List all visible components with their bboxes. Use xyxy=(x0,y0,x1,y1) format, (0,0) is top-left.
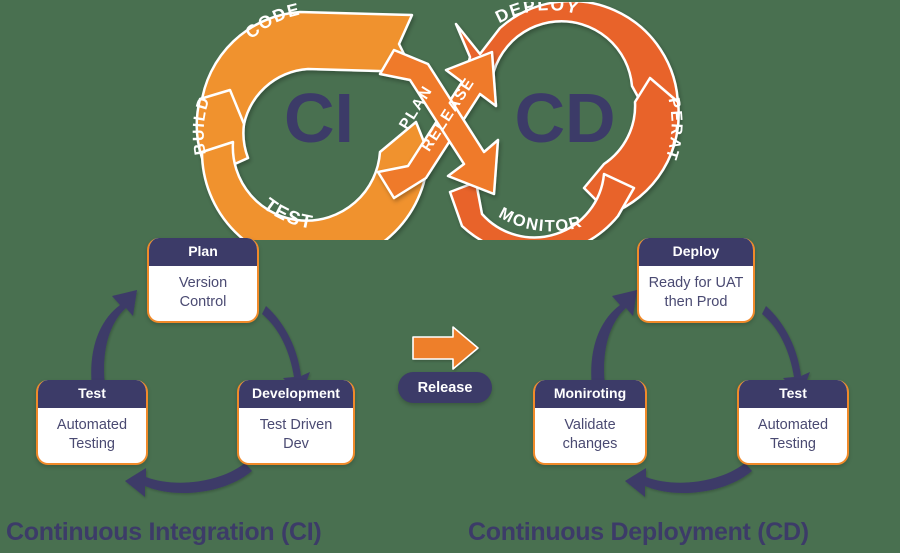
card-body-line: changes xyxy=(562,435,618,452)
release-arrow-icon xyxy=(412,326,479,370)
cd-card-deploy-header: Deploy xyxy=(639,238,753,267)
card-body-line: Automated xyxy=(56,417,128,434)
card-body-line: Testing xyxy=(69,435,115,452)
card-body-line: Dev xyxy=(283,435,309,452)
cd-section-title: Continuous Deployment (CD) xyxy=(468,518,809,546)
card-body-line: Testing xyxy=(770,435,816,452)
ci-card-test[interactable]: Test Automated Testing xyxy=(36,380,148,466)
ci-card-plan[interactable]: Plan Version Control xyxy=(147,238,259,324)
ci-card-test-header: Test xyxy=(38,380,146,409)
loop-label-monitor: MONITOR xyxy=(496,204,585,235)
card-body-line: Automated xyxy=(757,417,829,434)
release-badge[interactable]: Release xyxy=(398,372,492,403)
cd-arrow-test-to-moniroting xyxy=(625,463,752,497)
ci-arrow-development-to-test xyxy=(125,463,252,497)
ci-card-development-body: Test Driven Dev xyxy=(239,408,353,463)
cd-arrow-moniroting-to-deploy xyxy=(591,290,637,388)
card-body-line: Test Driven xyxy=(259,417,333,434)
card-body-line: Version xyxy=(178,275,228,292)
cd-card-moniroting[interactable]: Moniroting Validate changes xyxy=(533,380,647,466)
ci-card-plan-header: Plan xyxy=(149,238,257,267)
card-body-line: Control xyxy=(179,293,227,310)
cd-card-deploy-body: Ready for UAT then Prod xyxy=(639,266,753,321)
cd-card-test[interactable]: Test Automated Testing xyxy=(737,380,849,466)
ci-section-title: Continuous Integration (CI) xyxy=(6,518,322,546)
card-body-line: then Prod xyxy=(664,293,728,310)
loop-ci-text: CI xyxy=(284,79,354,157)
cd-card-moniroting-body: Validate changes xyxy=(535,408,645,463)
ci-card-plan-body: Version Control xyxy=(149,266,257,321)
ci-card-development[interactable]: Development Test Driven Dev xyxy=(237,380,355,466)
cicd-infinity-loop: CODE BUILD TEST DEPLOY OPERATE MONITOR P… xyxy=(180,2,683,240)
cd-card-deploy[interactable]: Deploy Ready for UAT then Prod xyxy=(637,238,755,324)
ci-card-test-body: Automated Testing xyxy=(38,408,146,463)
card-body-line: Ready for UAT xyxy=(648,275,744,292)
loop-cd-text: CD xyxy=(514,79,615,157)
cd-card-test-body: Automated Testing xyxy=(739,408,847,463)
cd-card-moniroting-header: Moniroting xyxy=(535,380,645,409)
cd-card-test-header: Test xyxy=(739,380,847,409)
ci-card-development-header: Development xyxy=(239,380,353,409)
ci-arrow-test-to-plan xyxy=(91,290,137,388)
diagram-canvas: CODE BUILD TEST DEPLOY OPERATE MONITOR P… xyxy=(0,0,900,553)
card-body-line: Validate xyxy=(564,417,616,434)
